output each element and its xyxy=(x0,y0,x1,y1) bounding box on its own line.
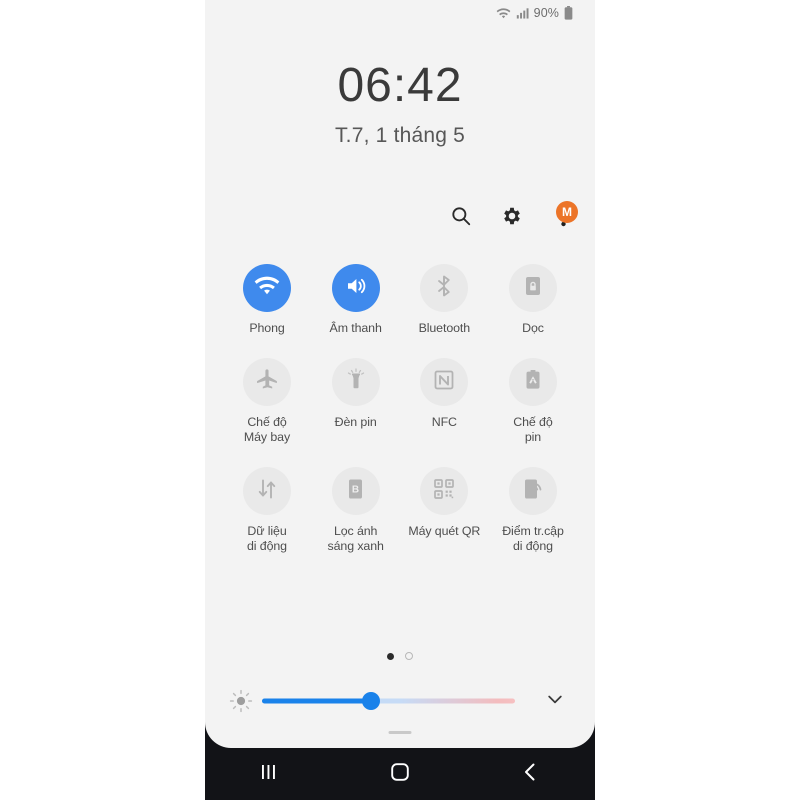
battery-percent-label: 90% xyxy=(533,6,559,20)
phone-device: 90% 06:42 T.7, 1 tháng 5 M Phong Âm than… xyxy=(205,0,595,800)
brightness-slider[interactable] xyxy=(262,692,515,710)
screenshot-root: 90% 06:42 T.7, 1 tháng 5 M Phong Âm than… xyxy=(0,0,800,800)
qr-scanner-icon xyxy=(432,477,456,506)
tile-label: Dữ liệu di động xyxy=(247,524,287,553)
bluetooth-icon xyxy=(432,274,456,303)
slider-fill xyxy=(262,698,371,704)
tile-label: Điểm tr.cập di động xyxy=(502,524,564,553)
tile-label: Phong xyxy=(249,321,285,335)
battery-icon xyxy=(564,6,573,20)
wifi-icon xyxy=(496,7,511,20)
quick-settings-row: Chế độ Máy bay Đèn pin NFC Chế độ pin xyxy=(223,358,577,445)
tile-qr-scanner[interactable]: Máy quét QR xyxy=(400,467,488,554)
cellular-signal-icon xyxy=(516,7,529,20)
tile-label: Chế độ pin xyxy=(513,415,553,444)
quick-settings-grid: Phong Âm thanh Bluetooth Dọc Chế độ Máy … xyxy=(223,264,577,576)
settings-button[interactable] xyxy=(499,205,525,231)
back-button[interactable] xyxy=(501,754,559,794)
clock-widget: 06:42 T.7, 1 tháng 5 xyxy=(205,62,595,148)
recents-icon xyxy=(259,763,281,786)
tile-icon-container xyxy=(243,358,291,406)
rotation-lock-icon xyxy=(522,274,544,303)
tile-airplane-mode[interactable]: Chế độ Máy bay xyxy=(223,358,311,445)
tile-rotation-lock[interactable]: Dọc xyxy=(489,264,577,336)
tile-icon-container xyxy=(420,358,469,406)
blue-light-filter-icon: B xyxy=(345,477,366,506)
search-button[interactable] xyxy=(448,205,474,231)
wifi-icon xyxy=(254,275,280,302)
svg-text:B: B xyxy=(352,484,359,495)
tile-nfc[interactable]: NFC xyxy=(400,358,488,445)
tile-icon-container xyxy=(331,264,380,312)
tile-label: Lọc ánh sáng xanh xyxy=(327,524,384,553)
tile-mobile-hotspot[interactable]: Điểm tr.cập di động xyxy=(489,467,577,554)
tile-bluetooth[interactable]: Bluetooth xyxy=(400,264,488,336)
tile-battery-saver[interactable]: Chế độ pin xyxy=(489,358,577,445)
mobile-hotspot-icon xyxy=(522,477,544,506)
tile-icon-container xyxy=(243,264,291,312)
panel-drag-handle[interactable] xyxy=(388,731,412,734)
brightness-icon xyxy=(227,687,255,715)
page-dot-active[interactable] xyxy=(387,652,394,660)
tile-label: Âm thanh xyxy=(329,321,382,335)
tile-label: Chế độ Máy bay xyxy=(243,415,291,444)
gear-icon xyxy=(501,205,523,232)
tile-label: Bluetooth xyxy=(418,321,471,335)
tile-blue-light-filter[interactable]: B Lọc ánh sáng xanh xyxy=(312,467,400,554)
airplane-icon xyxy=(255,367,280,397)
mobile-data-icon xyxy=(255,477,279,506)
tile-mobile-data[interactable]: Dữ liệu di động xyxy=(223,467,311,554)
account-badge[interactable]: M xyxy=(556,201,578,223)
page-indicator xyxy=(205,652,595,660)
quick-settings-panel: 90% 06:42 T.7, 1 tháng 5 M Phong Âm than… xyxy=(205,0,595,748)
chevron-down-icon xyxy=(545,689,565,714)
slider-thumb[interactable] xyxy=(361,692,380,710)
recents-button[interactable] xyxy=(241,754,299,794)
page-dot-inactive[interactable] xyxy=(405,652,413,660)
clock-date: T.7, 1 tháng 5 xyxy=(334,124,466,147)
flashlight-icon xyxy=(344,367,368,397)
status-bar: 90% xyxy=(205,0,595,26)
overflow-menu-button[interactable]: M xyxy=(550,201,578,231)
tile-label: Máy quét QR xyxy=(408,524,481,538)
tile-icon-container xyxy=(420,264,469,312)
quick-settings-row: Phong Âm thanh Bluetooth Dọc xyxy=(223,264,577,336)
tile-icon-container xyxy=(331,358,380,406)
tile-icon-container xyxy=(243,467,291,515)
tile-icon-container: B xyxy=(331,467,380,515)
quick-settings-row: Dữ liệu di động B Lọc ánh sáng xanh Máy … xyxy=(223,467,577,554)
tile-label: Đèn pin xyxy=(334,415,377,429)
header-actions: M xyxy=(448,201,578,231)
expand-brightness-button[interactable] xyxy=(541,687,569,715)
brightness-control xyxy=(205,684,595,718)
tile-icon-container xyxy=(508,467,557,515)
tile-label: NFC xyxy=(431,415,457,429)
tile-sound[interactable]: Âm thanh xyxy=(312,264,400,336)
tile-icon-container xyxy=(508,264,557,312)
home-icon xyxy=(390,762,410,787)
clock-time: 06:42 xyxy=(337,59,463,112)
tile-wifi[interactable]: Phong xyxy=(223,264,311,336)
navigation-bar xyxy=(205,748,595,800)
home-button[interactable] xyxy=(371,754,429,794)
tile-icon-container xyxy=(420,467,469,515)
tile-flashlight[interactable]: Đèn pin xyxy=(312,358,400,445)
battery-saver-icon xyxy=(522,368,544,397)
search-icon xyxy=(450,205,472,232)
tile-label: Dọc xyxy=(522,321,544,335)
tile-icon-container xyxy=(508,358,557,406)
back-icon xyxy=(521,762,539,787)
sound-icon xyxy=(343,274,369,303)
nfc-icon xyxy=(432,368,456,397)
